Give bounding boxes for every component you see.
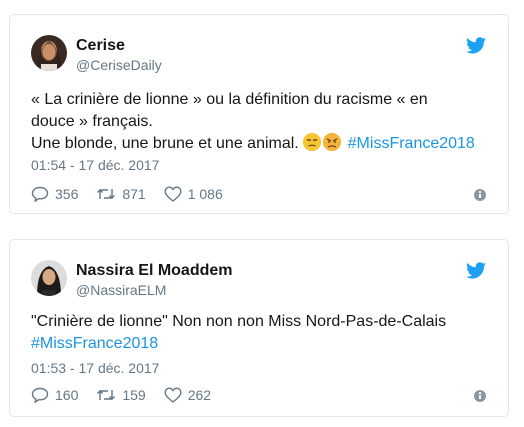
retweet-count: 871: [122, 186, 146, 202]
display-name[interactable]: Nassira El Moaddem: [76, 262, 233, 280]
retweet-button[interactable]: 871: [96, 186, 146, 202]
twitter-bird-icon[interactable]: [466, 262, 486, 279]
like-count: 262: [187, 387, 212, 403]
retweet-icon: [97, 390, 116, 400]
hashtag-link[interactable]: #MissFrance2018: [31, 333, 501, 355]
info-icon[interactable]: [474, 189, 486, 201]
timestamp[interactable]: 01:54 - 17 déc. 2017: [31, 157, 159, 173]
tweet-actions: 356 871 1 086: [31, 184, 241, 204]
reply-icon: [31, 186, 49, 202]
unamused-face-emoji-icon: [303, 133, 322, 151]
display-name[interactable]: Cerise: [76, 37, 125, 55]
avatar[interactable]: [31, 35, 67, 71]
like-count: 1 086: [187, 186, 223, 202]
tweet-text: « La crinière de lionne » ou la définiti…: [31, 89, 501, 155]
reply-button[interactable]: 356: [31, 186, 78, 202]
tweet-card[interactable]: Cerise @CeriseDaily « La crinière de lio…: [9, 14, 509, 214]
reply-count: 160: [55, 387, 79, 403]
retweet-count: 159: [122, 387, 146, 403]
angry-face-emoji-icon: [323, 133, 342, 151]
heart-icon: [164, 387, 182, 403]
reply-count: 356: [55, 186, 79, 202]
tweet-text-line: « La crinière de lionne » ou la définiti…: [31, 91, 428, 108]
retweet-button[interactable]: 159: [96, 387, 146, 403]
info-icon[interactable]: [474, 390, 486, 402]
retweet-icon: [97, 189, 116, 199]
tweet-card[interactable]: Nassira El Moaddem @NassiraELM "Crinière…: [9, 239, 509, 417]
hashtag-link[interactable]: #MissFrance2018: [348, 135, 475, 152]
tweet-text: "Crinière de lionne" Non non non Miss No…: [31, 311, 501, 355]
timestamp[interactable]: 01:53 - 17 déc. 2017: [31, 360, 159, 376]
tweet-text-line: douce » français.: [31, 113, 153, 130]
user-handle[interactable]: @NassiraELM: [76, 282, 166, 298]
twitter-bird-icon[interactable]: [466, 37, 486, 54]
reply-button[interactable]: 160: [31, 387, 78, 403]
like-button[interactable]: 1 086: [164, 186, 223, 202]
tweet-text-line: Une blonde, une brune et une animal. #Mi…: [31, 133, 501, 155]
tweet-actions: 160 159 262: [31, 385, 229, 405]
tweet-text-segment: Une blonde, une brune et une animal.: [31, 135, 304, 152]
reply-icon: [31, 387, 49, 403]
user-handle[interactable]: @CeriseDaily: [76, 57, 162, 73]
heart-icon: [164, 186, 182, 202]
like-button[interactable]: 262: [164, 387, 211, 403]
tweet-text-line: "Crinière de lionne" Non non non Miss No…: [31, 313, 447, 330]
avatar[interactable]: [31, 260, 67, 296]
